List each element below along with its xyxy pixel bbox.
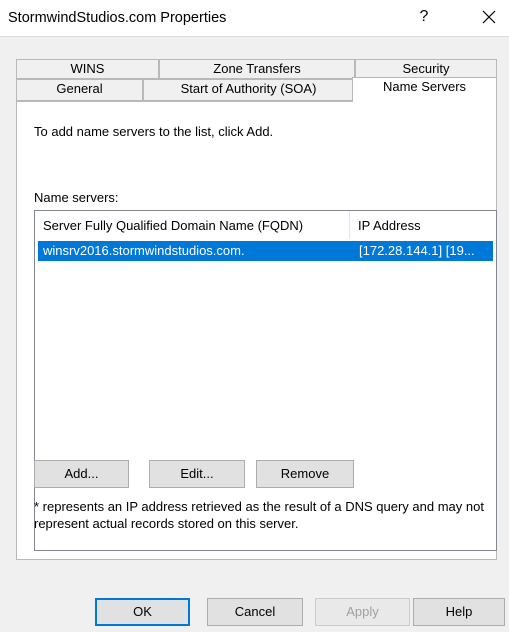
list-item[interactable]: winsrv2016.stormwindstudios.com. [172.28… xyxy=(38,241,493,261)
tab-label: Name Servers xyxy=(382,79,467,94)
fqdn-cell: winsrv2016.stormwindstudios.com. xyxy=(43,243,245,258)
help-title-button[interactable]: ? xyxy=(414,8,434,26)
tab-security[interactable]: Security xyxy=(355,59,497,79)
name-servers-label: Name servers: xyxy=(34,190,119,205)
ok-button[interactable]: OK xyxy=(95,598,190,626)
title-bar: StormwindStudios.com Properties ? xyxy=(0,0,509,36)
tab-general[interactable]: General xyxy=(16,79,143,101)
tab-name-servers[interactable]: Name Servers xyxy=(352,77,497,102)
apply-button[interactable]: Apply xyxy=(315,598,410,626)
window-title: StormwindStudios.com Properties xyxy=(8,10,227,26)
help-button[interactable]: Help xyxy=(413,598,505,626)
column-header-ip[interactable]: IP Address xyxy=(350,211,496,239)
close-button[interactable] xyxy=(477,5,501,29)
edit-button[interactable]: Edit... xyxy=(149,460,245,488)
ip-cell: [172.28.144.1] [19... xyxy=(359,243,475,258)
tab-label: Start of Authority (SOA) xyxy=(180,81,317,96)
tab-wins[interactable]: WINS xyxy=(16,59,159,79)
tab-zone-transfers[interactable]: Zone Transfers xyxy=(159,59,355,79)
tab-label: Zone Transfers xyxy=(213,61,301,76)
tab-label: General xyxy=(56,81,103,96)
cancel-button[interactable]: Cancel xyxy=(207,598,303,626)
remove-button[interactable]: Remove xyxy=(256,460,354,488)
tab-soa[interactable]: Start of Authority (SOA) xyxy=(143,79,354,101)
list-header: Server Fully Qualified Domain Name (FQDN… xyxy=(35,211,496,239)
footnote-text: * represents an IP address retrieved as … xyxy=(34,499,484,531)
add-button[interactable]: Add... xyxy=(34,460,129,488)
column-header-fqdn[interactable]: Server Fully Qualified Domain Name (FQDN… xyxy=(35,211,350,239)
tab-label: WINS xyxy=(70,61,105,76)
title-divider xyxy=(0,36,509,37)
name-servers-panel: To add name servers to the list, click A… xyxy=(16,101,497,560)
tab-label: Security xyxy=(402,61,450,76)
instruction-text: To add name servers to the list, click A… xyxy=(34,124,274,139)
close-icon xyxy=(482,10,496,24)
